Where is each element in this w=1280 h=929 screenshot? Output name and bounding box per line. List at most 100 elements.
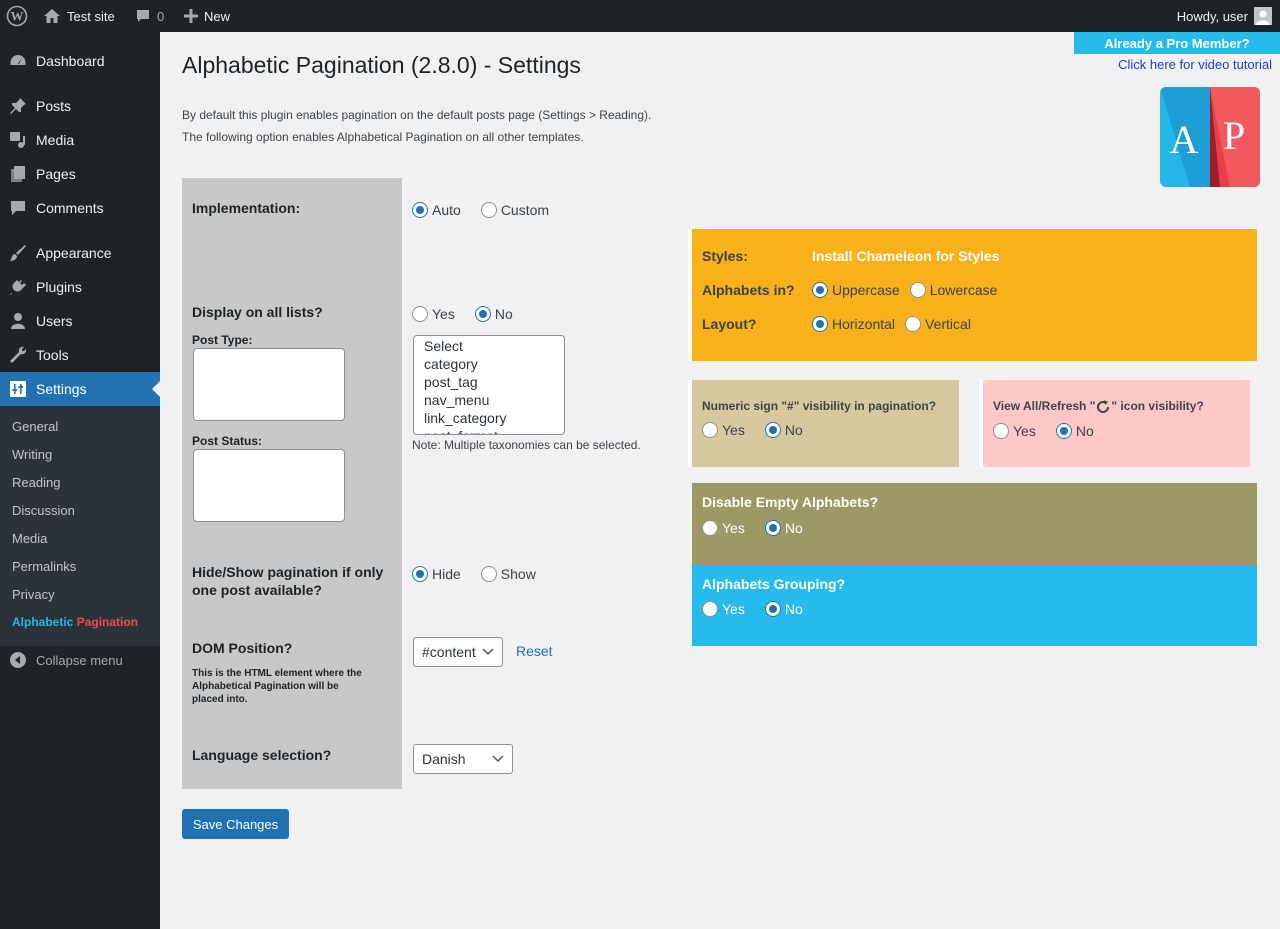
taxonomy-option[interactable]: post_format [424,427,564,434]
my-account-link[interactable]: Howdy, user [1177,0,1272,32]
submenu-item-general[interactable]: General [12,419,58,434]
implementation-label: Implementation: [192,200,301,216]
sidebar-item-label: Settings [36,381,87,397]
radio-button-selected[interactable] [764,601,781,617]
media-icon [0,131,36,149]
numeric-no-option[interactable]: No [764,422,803,438]
display-all-yes-option[interactable]: Yes [412,306,455,322]
radio-button[interactable] [480,566,497,582]
sidebar-item-users[interactable]: Users [0,304,160,338]
radio-button-selected[interactable] [764,422,781,438]
styles-label: Styles: [702,248,748,264]
sidebar-item-dashboard[interactable]: Dashboard [0,44,160,78]
sidebar-item-comments[interactable]: Comments [0,191,160,225]
sidebar-item-plugins[interactable]: Plugins [0,270,160,304]
home-icon [44,9,60,23]
submenu-item-permalinks[interactable]: Permalinks [12,559,76,574]
site-name-link[interactable]: Test site [43,0,115,32]
submenu-item-writing[interactable]: Writing [12,447,52,462]
pro-member-button[interactable]: Already a Pro Member? [1074,32,1280,54]
radio-button[interactable] [480,202,497,218]
radio-button-selected[interactable] [474,306,491,322]
sidebar-item-appearance[interactable]: Appearance [0,236,160,270]
implementation-auto-option[interactable]: Auto [412,202,461,218]
save-changes-button[interactable]: Save Changes [182,809,289,839]
radio-button[interactable] [412,306,428,322]
submenu-item-reading[interactable]: Reading [12,475,60,490]
horizontal-option[interactable]: Horizontal [812,316,895,332]
collapse-menu-button[interactable]: Collapse menu [10,652,123,668]
radio-button[interactable] [702,422,718,438]
radio-button[interactable] [702,601,718,617]
reset-link[interactable]: Reset [516,643,553,659]
taxonomy-option[interactable]: category [424,355,564,373]
install-chameleon-link[interactable]: Install Chameleon for Styles [812,248,1000,264]
show-option[interactable]: Show [480,566,536,582]
submenu-item-discussion[interactable]: Discussion [12,503,75,518]
post-type-select[interactable] [193,348,345,421]
grouping-yes-option[interactable]: Yes [702,601,745,617]
radio-button-selected[interactable] [764,520,781,536]
radio-button[interactable] [702,520,718,536]
grouping-no-option[interactable]: No [764,601,803,617]
pin-icon [0,97,36,115]
option-label: No [494,306,513,322]
radio-button-selected[interactable] [412,202,428,218]
disable-empty-yes-option[interactable]: Yes [702,520,745,536]
taxonomy-option[interactable]: nav_menu [424,391,564,409]
post-status-select[interactable] [193,449,345,522]
new-label: New [204,8,231,24]
view-all-yes-option[interactable]: Yes [993,423,1036,439]
option-label: Yes [432,306,455,322]
radio-button-selected[interactable] [812,316,828,332]
submenu-item-media[interactable]: Media [12,531,47,546]
comments-link[interactable]: 0 [135,0,164,32]
radio-button[interactable] [909,282,926,298]
sidebar-item-pages[interactable]: Pages [0,157,160,191]
language-select[interactable]: Danish [413,744,513,774]
taxonomy-option[interactable]: Select [424,337,564,355]
taxonomy-multiselect[interactable]: Select category post_tag nav_menu link_c… [413,335,565,435]
uppercase-option[interactable]: Uppercase [812,282,900,298]
view-all-no-option[interactable]: No [1055,423,1094,439]
view-all-radio-group: Yes No [993,423,1094,439]
sidebar-item-media[interactable]: Media [0,123,160,157]
sidebar-item-label: Posts [36,98,72,114]
disable-empty-no-option[interactable]: No [764,520,803,536]
option-label: Hide [432,566,461,582]
implementation-custom-option[interactable]: Custom [480,202,549,218]
sidebar-item-settings[interactable]: Settings [0,372,160,406]
taxonomy-option[interactable]: link_category [424,409,564,427]
display-all-lists-label: Display on all lists? [192,304,323,320]
radio-button-selected[interactable] [812,282,828,298]
view-all-label: View All/Refresh " " icon visibility? [993,399,1204,415]
radio-button[interactable] [993,423,1009,439]
new-content-link[interactable]: New [184,0,230,32]
taxonomy-option[interactable]: post_tag [424,373,564,391]
display-all-no-option[interactable]: No [474,306,513,322]
submenu-item-privacy[interactable]: Privacy [12,587,55,602]
radio-button-selected[interactable] [412,566,428,582]
hide-show-label: Hide/Show pagination if only one post av… [192,564,384,598]
dashboard-icon [0,52,36,70]
hide-show-radio-group: Hide Show [412,566,536,582]
chevron-down-icon [492,755,504,763]
dom-position-select[interactable]: #content [413,637,503,667]
disable-empty-radio-group: Yes No [702,520,803,536]
sidebar-item-posts[interactable]: Posts [0,89,160,123]
wordpress-logo-icon[interactable]: W [6,0,28,32]
submenu-item-alphabetic-pagination[interactable]: Alphabetic Pagination [12,615,138,629]
option-label: Lowercase [929,282,998,298]
pages-icon [0,165,36,183]
vertical-option[interactable]: Vertical [905,316,971,332]
settings-submenu: General Writing Reading Discussion Media… [0,406,160,646]
video-tutorial-link[interactable]: Click here for video tutorial [1118,57,1272,72]
radio-button[interactable] [905,316,922,332]
numeric-yes-option[interactable]: Yes [702,422,745,438]
option-label: Show [500,566,536,582]
radio-button-selected[interactable] [1055,423,1072,439]
sidebar-item-tools[interactable]: Tools [0,338,160,372]
hide-option[interactable]: Hide [412,566,461,582]
taxonomy-note: Note: Multiple taxonomies can be selecte… [412,438,641,452]
lowercase-option[interactable]: Lowercase [909,282,998,298]
